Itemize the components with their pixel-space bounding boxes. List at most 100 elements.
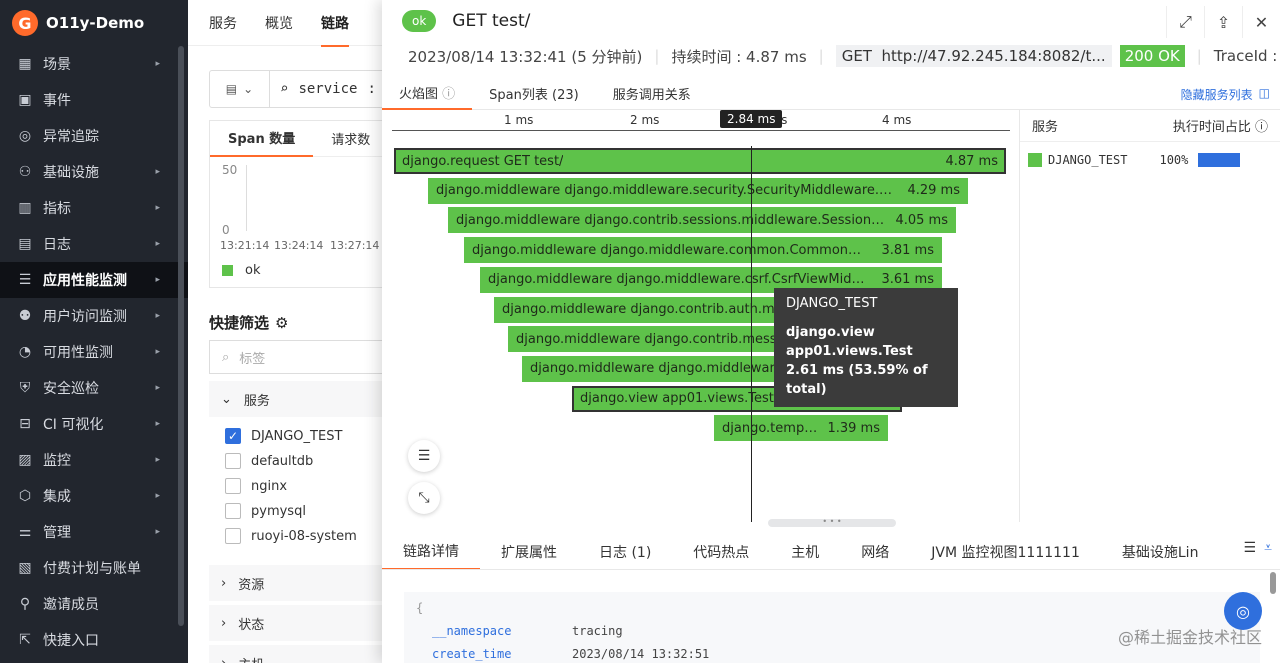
quick-filter-title: 快捷筛选 ⚙: [209, 313, 289, 333]
share-icon[interactable]: ⇪: [1204, 6, 1242, 38]
service-name: DJANGO_TEST: [251, 428, 343, 444]
list-toggle-icon[interactable]: ☰: [408, 440, 440, 472]
flame-span[interactable]: django.templat.. 1.39 ms: [714, 415, 888, 442]
flame-span[interactable]: django.middleware django.contrib.session…: [448, 207, 956, 234]
checkbox[interactable]: [225, 478, 241, 494]
service-checkbox[interactable]: ruoyi-08-system: [225, 528, 357, 544]
sidebar-scrollbar[interactable]: [178, 46, 184, 626]
detail-scrollbar[interactable]: [1270, 572, 1276, 594]
help-icon[interactable]: ⓘ: [442, 83, 455, 102]
tag-search-input[interactable]: ⌕ 标签: [209, 340, 409, 374]
sliders-icon: ⚌: [18, 524, 32, 540]
sidebar-item[interactable]: ⬡ 集成 ▸: [0, 478, 188, 514]
tab-overview[interactable]: 概览: [265, 13, 293, 33]
checkbox[interactable]: ✓: [225, 428, 241, 444]
status-badge: ok: [402, 10, 437, 32]
collapse-icon[interactable]: ⤡: [408, 482, 440, 514]
shortcut-icon: ⇱: [19, 632, 31, 648]
flame-graph[interactable]: 1 ms 2 ms 3 ms 4 ms 2.84 ms django.reque…: [382, 110, 1018, 522]
checkbox[interactable]: [225, 503, 241, 519]
detail-tab[interactable]: JVM 监控视图1111111: [910, 534, 1101, 569]
checkbox[interactable]: [225, 453, 241, 469]
monitor-icon: ▨: [18, 452, 32, 468]
service-row[interactable]: DJANGO_TEST 100%: [1020, 142, 1280, 178]
detail-tab[interactable]: 基础设施Lin: [1101, 534, 1220, 569]
span-name: django.request GET test/: [402, 153, 564, 169]
detail-tab[interactable]: 扩展属性: [480, 534, 578, 569]
http-status: 200 OK: [1119, 45, 1185, 67]
menu-icon[interactable]: ☰: [1244, 540, 1257, 556]
service-name: defaultdb: [251, 453, 314, 469]
detail-tab[interactable]: 代码热点: [672, 534, 770, 569]
sidebar-item[interactable]: ⚌ 管理 ▸: [0, 514, 188, 550]
flame-span[interactable]: django.request GET test/4.87 ms: [394, 148, 1006, 174]
sidebar-item[interactable]: ▨ 监控 ▸: [0, 442, 188, 478]
tab-service-map[interactable]: 服务调用关系: [596, 78, 708, 110]
sidebar-item[interactable]: ⊟ CI 可视化 ▸: [0, 406, 188, 442]
ratio-bar: [1198, 153, 1241, 167]
expand-down-icon[interactable]: ⩡: [1264, 540, 1272, 556]
detail-tab[interactable]: 网络: [840, 534, 910, 569]
span-name: django.middleware django.middleware.csrf…: [488, 272, 872, 288]
sidebar-item-label: 指标: [43, 201, 71, 217]
sidebar-item[interactable]: ⚲ 邀请成员: [0, 586, 188, 622]
panel-icon: ◫: [1258, 86, 1270, 100]
gear-icon[interactable]: ⚙: [275, 314, 288, 332]
sidebar-item-label: 异常追踪: [43, 129, 99, 145]
facet-resource[interactable]: › 资源: [209, 565, 409, 601]
chart-tab-requests[interactable]: 请求数: [313, 121, 388, 157]
user-plus-icon: ⚲: [19, 596, 31, 612]
query-mode-select[interactable]: ▤ ⌄: [210, 71, 270, 107]
sidebar-item[interactable]: ▥ 指标 ▸: [0, 190, 188, 226]
checkbox[interactable]: [225, 528, 241, 544]
fullscreen-icon[interactable]: ⤢: [1166, 6, 1204, 38]
info-icon[interactable]: ⓘ: [1255, 120, 1268, 135]
sidebar-item[interactable]: ◎ 异常追踪: [0, 118, 188, 154]
chart-tab-span-count[interactable]: Span 数量: [210, 121, 314, 157]
sidebar-item[interactable]: ◔ 可用性监测 ▸: [0, 334, 188, 370]
sidebar-item[interactable]: ▣ 事件: [0, 82, 188, 118]
sidebar-item-label: 邀请成员: [43, 597, 99, 613]
target-icon: ◎: [18, 128, 32, 144]
request-url[interactable]: GET http://47.92.245.184:8082/t...: [835, 45, 1112, 67]
sidebar-item[interactable]: ⚉ 用户访问监测 ▸: [0, 298, 188, 334]
service-checkbox[interactable]: ✓ DJANGO_TEST: [225, 428, 342, 444]
detail-tab[interactable]: 链路详情: [382, 534, 480, 569]
service-checkbox[interactable]: defaultdb: [225, 453, 313, 469]
brand[interactable]: G O11y-Demo: [0, 0, 188, 46]
trace-meta: 2023/08/14 13:32:41 (5 分钟前) | 持续时间 : 4.8…: [382, 42, 1280, 70]
span-name: django.middleware django.middleware.comm…: [472, 242, 872, 258]
tab-service[interactable]: 服务: [209, 13, 237, 33]
tab-trace[interactable]: 链路: [321, 13, 349, 47]
service-checkbox[interactable]: pymysql: [225, 503, 306, 519]
sidebar-item[interactable]: ▦ 场景 ▸: [0, 46, 188, 82]
sidebar-item-label: 监控: [43, 453, 71, 469]
flame-span[interactable]: django.middleware django.middleware.secu…: [428, 177, 968, 204]
facet-service[interactable]: ⌄ 服务: [209, 381, 409, 417]
trace-id[interactable]: TraceId : 142...: [1214, 47, 1280, 65]
sidebar-item[interactable]: ⛨ 安全巡检 ▸: [0, 370, 188, 406]
shield-icon: ⛨: [19, 380, 31, 396]
detail-tab[interactable]: 日志 (1): [578, 534, 672, 569]
sidebar-item[interactable]: ▤ 日志 ▸: [0, 226, 188, 262]
y-tick: 0: [222, 223, 230, 237]
query-bar[interactable]: ▤ ⌄ ⌕ service:: [209, 70, 409, 108]
flame-span[interactable]: django.middleware django.middleware.comm…: [464, 237, 942, 264]
resize-handle[interactable]: • • •: [768, 518, 896, 527]
sidebar-item[interactable]: ▧ 付费计划与账单: [0, 550, 188, 586]
sidebar-item[interactable]: ☰ 应用性能监测 ▸: [0, 262, 188, 298]
service-checkbox[interactable]: nginx: [225, 478, 287, 494]
facet-host[interactable]: ›主机: [209, 645, 409, 663]
tab-flamegraph[interactable]: 火焰图 ⓘ: [382, 78, 473, 110]
sidebar-item[interactable]: ⇱ 快捷入口: [0, 622, 188, 658]
close-icon[interactable]: ✕: [1242, 6, 1280, 38]
detail-tabs: 链路详情 扩展属性 日志 (1) 代码热点 主机 网络 JVM 监控视图1111111 基础设…: [382, 534, 1280, 570]
sidebar-item[interactable]: ⚇ 基础设施 ▸: [0, 154, 188, 190]
hide-service-list-link[interactable]: 隐藏服务列表 ◫: [1181, 86, 1270, 103]
search-input[interactable]: service: [298, 81, 357, 97]
sidebar-item-label: 付费计划与账单: [43, 561, 141, 577]
tab-span-list[interactable]: Span列表 (23): [472, 78, 596, 110]
facet-status[interactable]: › 状态: [209, 605, 409, 641]
trace-detail-drawer: ok GET test/ ⤢ ⇪ ✕ 2023/08/14 13:32:41 (…: [382, 0, 1280, 663]
detail-tab[interactable]: 主机: [770, 534, 840, 569]
